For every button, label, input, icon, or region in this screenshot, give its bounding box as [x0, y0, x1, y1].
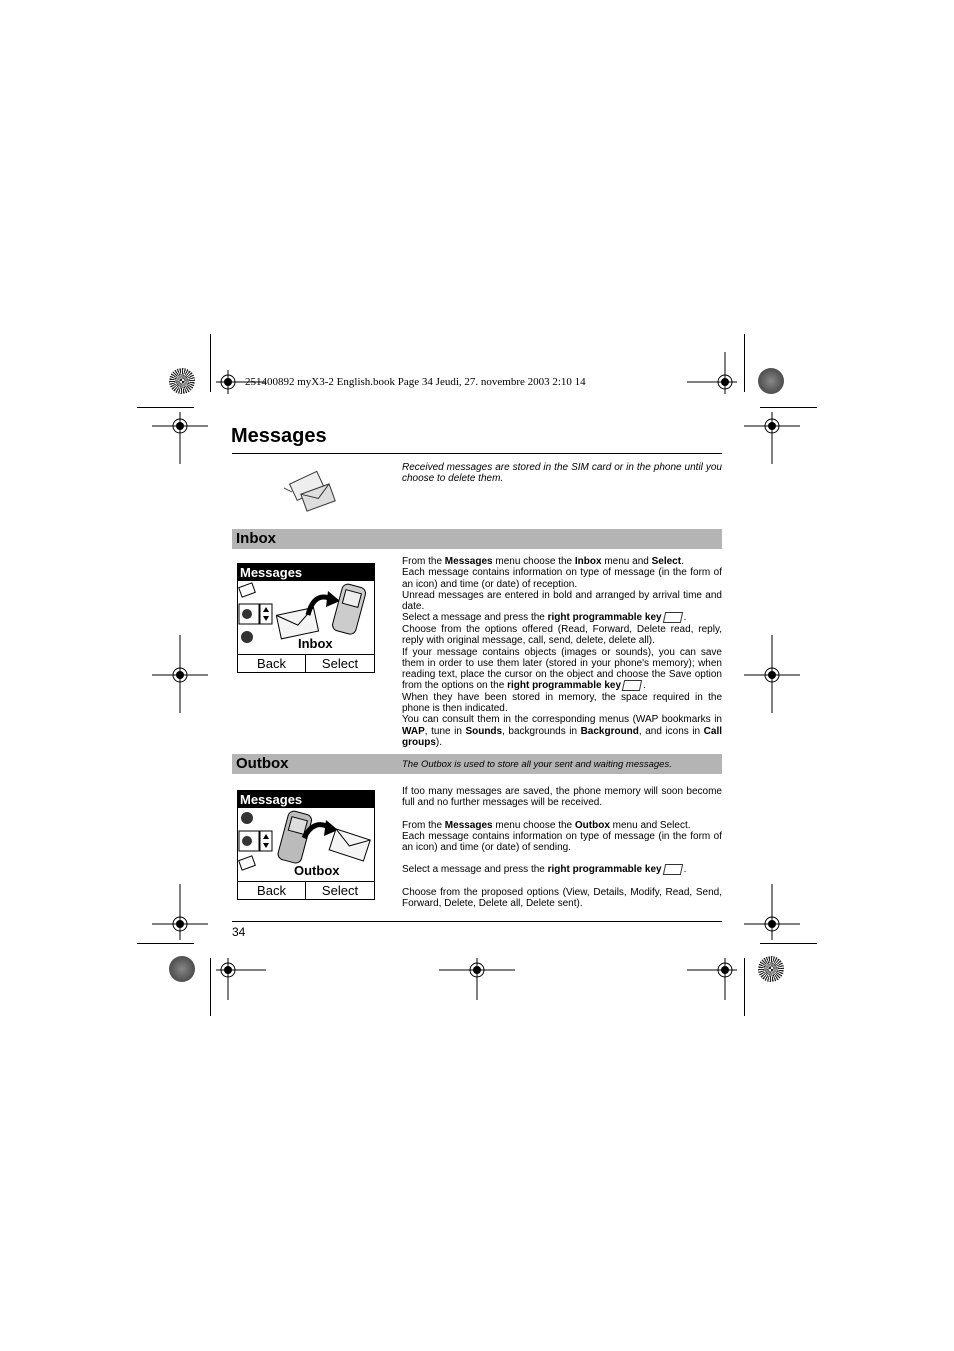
inbox-body: From the Messages menu choose the Inbox … [402, 556, 722, 748]
softkey-back[interactable]: Back [238, 881, 306, 899]
registration-target-icon [687, 958, 737, 1000]
right-softkey-icon [662, 612, 683, 624]
outbox-paragraph: If too many messages are saved, the phon… [402, 786, 722, 809]
inbox-paragraph: If your message contains objects (images… [402, 646, 722, 692]
inbox-paragraph: Unread messages are entered in bold and … [402, 589, 722, 613]
inbox-paragraph: From the Messages menu choose the Inbox … [402, 556, 684, 567]
bold-term: Sounds [465, 725, 503, 737]
inbox-phone-screen: Messages Inbox Back Select [237, 563, 375, 673]
outbox-section-bar: Outbox The Outbox is used to store all y… [232, 754, 722, 774]
inbox-section-bar: Inbox [232, 529, 722, 549]
envelopes-icon [283, 470, 336, 512]
screen-title: Messages [238, 564, 374, 581]
right-softkey-icon [662, 864, 683, 876]
title-rule [232, 453, 722, 454]
inbox-heading: Inbox [236, 530, 276, 547]
inbox-paragraph: When they have been stored in memory, th… [402, 691, 722, 715]
inbox-paragraph: Each message contains information on typ… [402, 567, 722, 590]
registration-target-icon [744, 412, 800, 464]
bold-term: Inbox [574, 556, 602, 567]
registration-target-icon [744, 635, 800, 713]
intro-text: Received messages are stored in the SIM … [402, 462, 722, 485]
outbox-phone-screen: Messages Outbox Back Select [237, 790, 375, 900]
bold-term: right programmable key [547, 864, 662, 876]
outbox-heading: Outbox [236, 755, 289, 772]
registration-target-icon [687, 352, 737, 394]
screen-label: Outbox [294, 863, 340, 878]
outbox-paragraph: Select a message and press the right pro… [402, 864, 687, 876]
bold-term: WAP [402, 725, 425, 737]
bold-term: right programmable key [507, 680, 621, 692]
outbox-subheading: The Outbox is used to store all your sen… [402, 759, 672, 770]
softkey-select[interactable]: Select [306, 881, 374, 899]
inbox-paragraph: You can consult them in the correspondin… [402, 714, 722, 749]
outbox-paragraph: Each message contains information on typ… [402, 830, 722, 854]
page-number: 34 [232, 925, 246, 939]
print-header: 251400892 myX3-2 English.book Page 34 Je… [245, 376, 586, 388]
registration-target-icon [152, 412, 208, 464]
registration-target-icon [216, 958, 266, 1000]
outbox-body: If too many messages are saved, the phon… [402, 786, 722, 910]
inbox-paragraph: Select a message and press the right pro… [402, 612, 687, 624]
screen-title: Messages [238, 791, 374, 808]
screen-label: Inbox [298, 636, 333, 651]
registration-target-icon [152, 884, 208, 940]
bold-term: right programmable key [547, 612, 662, 624]
right-softkey-icon [621, 680, 643, 692]
registration-target-icon [744, 884, 800, 940]
page-title: Messages [231, 425, 327, 447]
outbox-paragraph: From the Messages menu choose the Outbox… [402, 819, 691, 831]
registration-target-icon [152, 635, 208, 713]
softkey-back[interactable]: Back [238, 654, 306, 672]
inbox-paragraph: Choose from the options offered (Read, F… [402, 623, 722, 647]
bold-term: Messages [444, 819, 493, 831]
softkey-select[interactable]: Select [306, 654, 374, 672]
bold-term: Background [580, 725, 639, 737]
footer-rule [232, 921, 722, 922]
bold-term: Call groups [402, 725, 722, 749]
bold-term: Outbox [574, 819, 610, 831]
outbox-paragraph: Choose from the proposed options (View, … [402, 886, 722, 910]
bold-term: Messages [444, 556, 493, 567]
bold-term: Select [651, 556, 682, 567]
registration-target-icon [439, 958, 515, 1000]
